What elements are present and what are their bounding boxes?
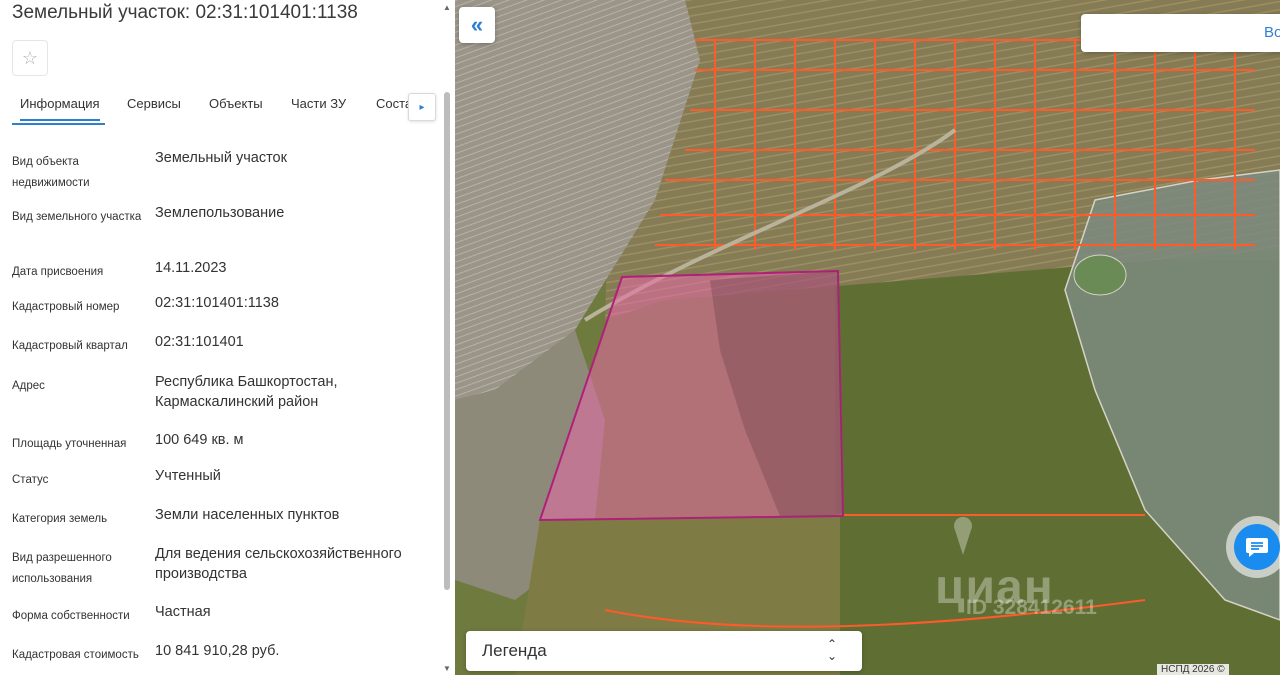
field-label: Категория земель [12, 513, 108, 525]
active-tab-indicator [12, 123, 105, 125]
tab-parcel-parts[interactable]: Части ЗУ [291, 96, 346, 119]
scroll-down-arrow[interactable]: ▼ [443, 664, 451, 673]
tab-objects[interactable]: Объекты [209, 96, 263, 119]
star-icon: ☆ [21, 47, 39, 68]
map-search-box[interactable]: Во [1081, 14, 1280, 52]
chat-bubble-icon [1246, 538, 1268, 557]
chat-button[interactable] [1226, 516, 1280, 578]
field-value: 10 841 910,28 руб. [155, 643, 280, 659]
legend-dropdown[interactable]: Легенда ⌃ ⌄ [466, 631, 862, 671]
field-value: Республика Башкортостан, Кармаскалинский… [155, 374, 338, 410]
satellite-map [455, 0, 1280, 675]
map-copyright: НСПД 2026 © [1157, 664, 1229, 675]
tab-bar: Информация Сервисы Объекты Части ЗУ Сост… [0, 96, 440, 126]
chat-icon [1234, 524, 1280, 570]
field-value: Для ведения сельскохозяйственного произв… [155, 546, 402, 582]
favorite-button[interactable]: ☆ [12, 40, 48, 76]
chevron-up-down-icon: ⌃ ⌄ [827, 637, 838, 663]
field-value: Частная [155, 604, 211, 620]
page-title: Земельный участок: 02:31:101401:1138 [12, 2, 358, 23]
field-label: Вид разрешенного использования [12, 552, 112, 585]
chevron-right-icon: ▸ [419, 101, 425, 113]
search-text: Во [1264, 24, 1280, 41]
collapse-panel-button[interactable]: « [459, 7, 495, 43]
scroll-up-arrow[interactable]: ▲ [443, 3, 451, 12]
field-label: Адрес [12, 380, 45, 392]
field-label: Кадастровая стоимость [12, 649, 139, 661]
double-chevron-left-icon: « [470, 12, 484, 37]
field-value: Землепользование [155, 205, 285, 221]
tab-composition[interactable]: Соста [376, 96, 412, 119]
field-value: Земли населенных пунктов [155, 507, 340, 523]
field-label: Кадастровый номер [12, 301, 120, 313]
scrollbar-thumb[interactable] [444, 92, 450, 590]
watermark-id: ID 328412611 [966, 596, 1097, 619]
field-value: 14.11.2023 [155, 260, 227, 276]
small-lake [1073, 254, 1127, 296]
field-label: Площадь уточненная [12, 438, 127, 450]
field-value: Земельный участок [155, 150, 287, 166]
tab-information[interactable]: Информация [20, 96, 100, 121]
tab-services[interactable]: Сервисы [127, 96, 181, 119]
tabs-next-button[interactable]: ▸ [408, 93, 436, 121]
field-label: Статус [12, 474, 49, 486]
field-label: Дата присвоения [12, 266, 104, 278]
field-value: 02:31:101401:1138 [155, 295, 279, 311]
info-panel: Земельный участок: 02:31:101401:1138 ☆ И… [0, 0, 455, 675]
field-label: Кадастровый квартал [12, 340, 128, 352]
field-label: Форма собственности [12, 610, 130, 622]
field-label: Вид объекта недвижимости [12, 156, 90, 189]
field-value: 02:31:101401 [155, 334, 244, 350]
field-label: Вид земельного участка [12, 211, 142, 223]
map-view[interactable] [455, 0, 1280, 675]
field-value: 100 649 кв. м [155, 432, 244, 448]
field-value: Учтенный [155, 468, 221, 484]
legend-label: Легенда [482, 641, 547, 660]
